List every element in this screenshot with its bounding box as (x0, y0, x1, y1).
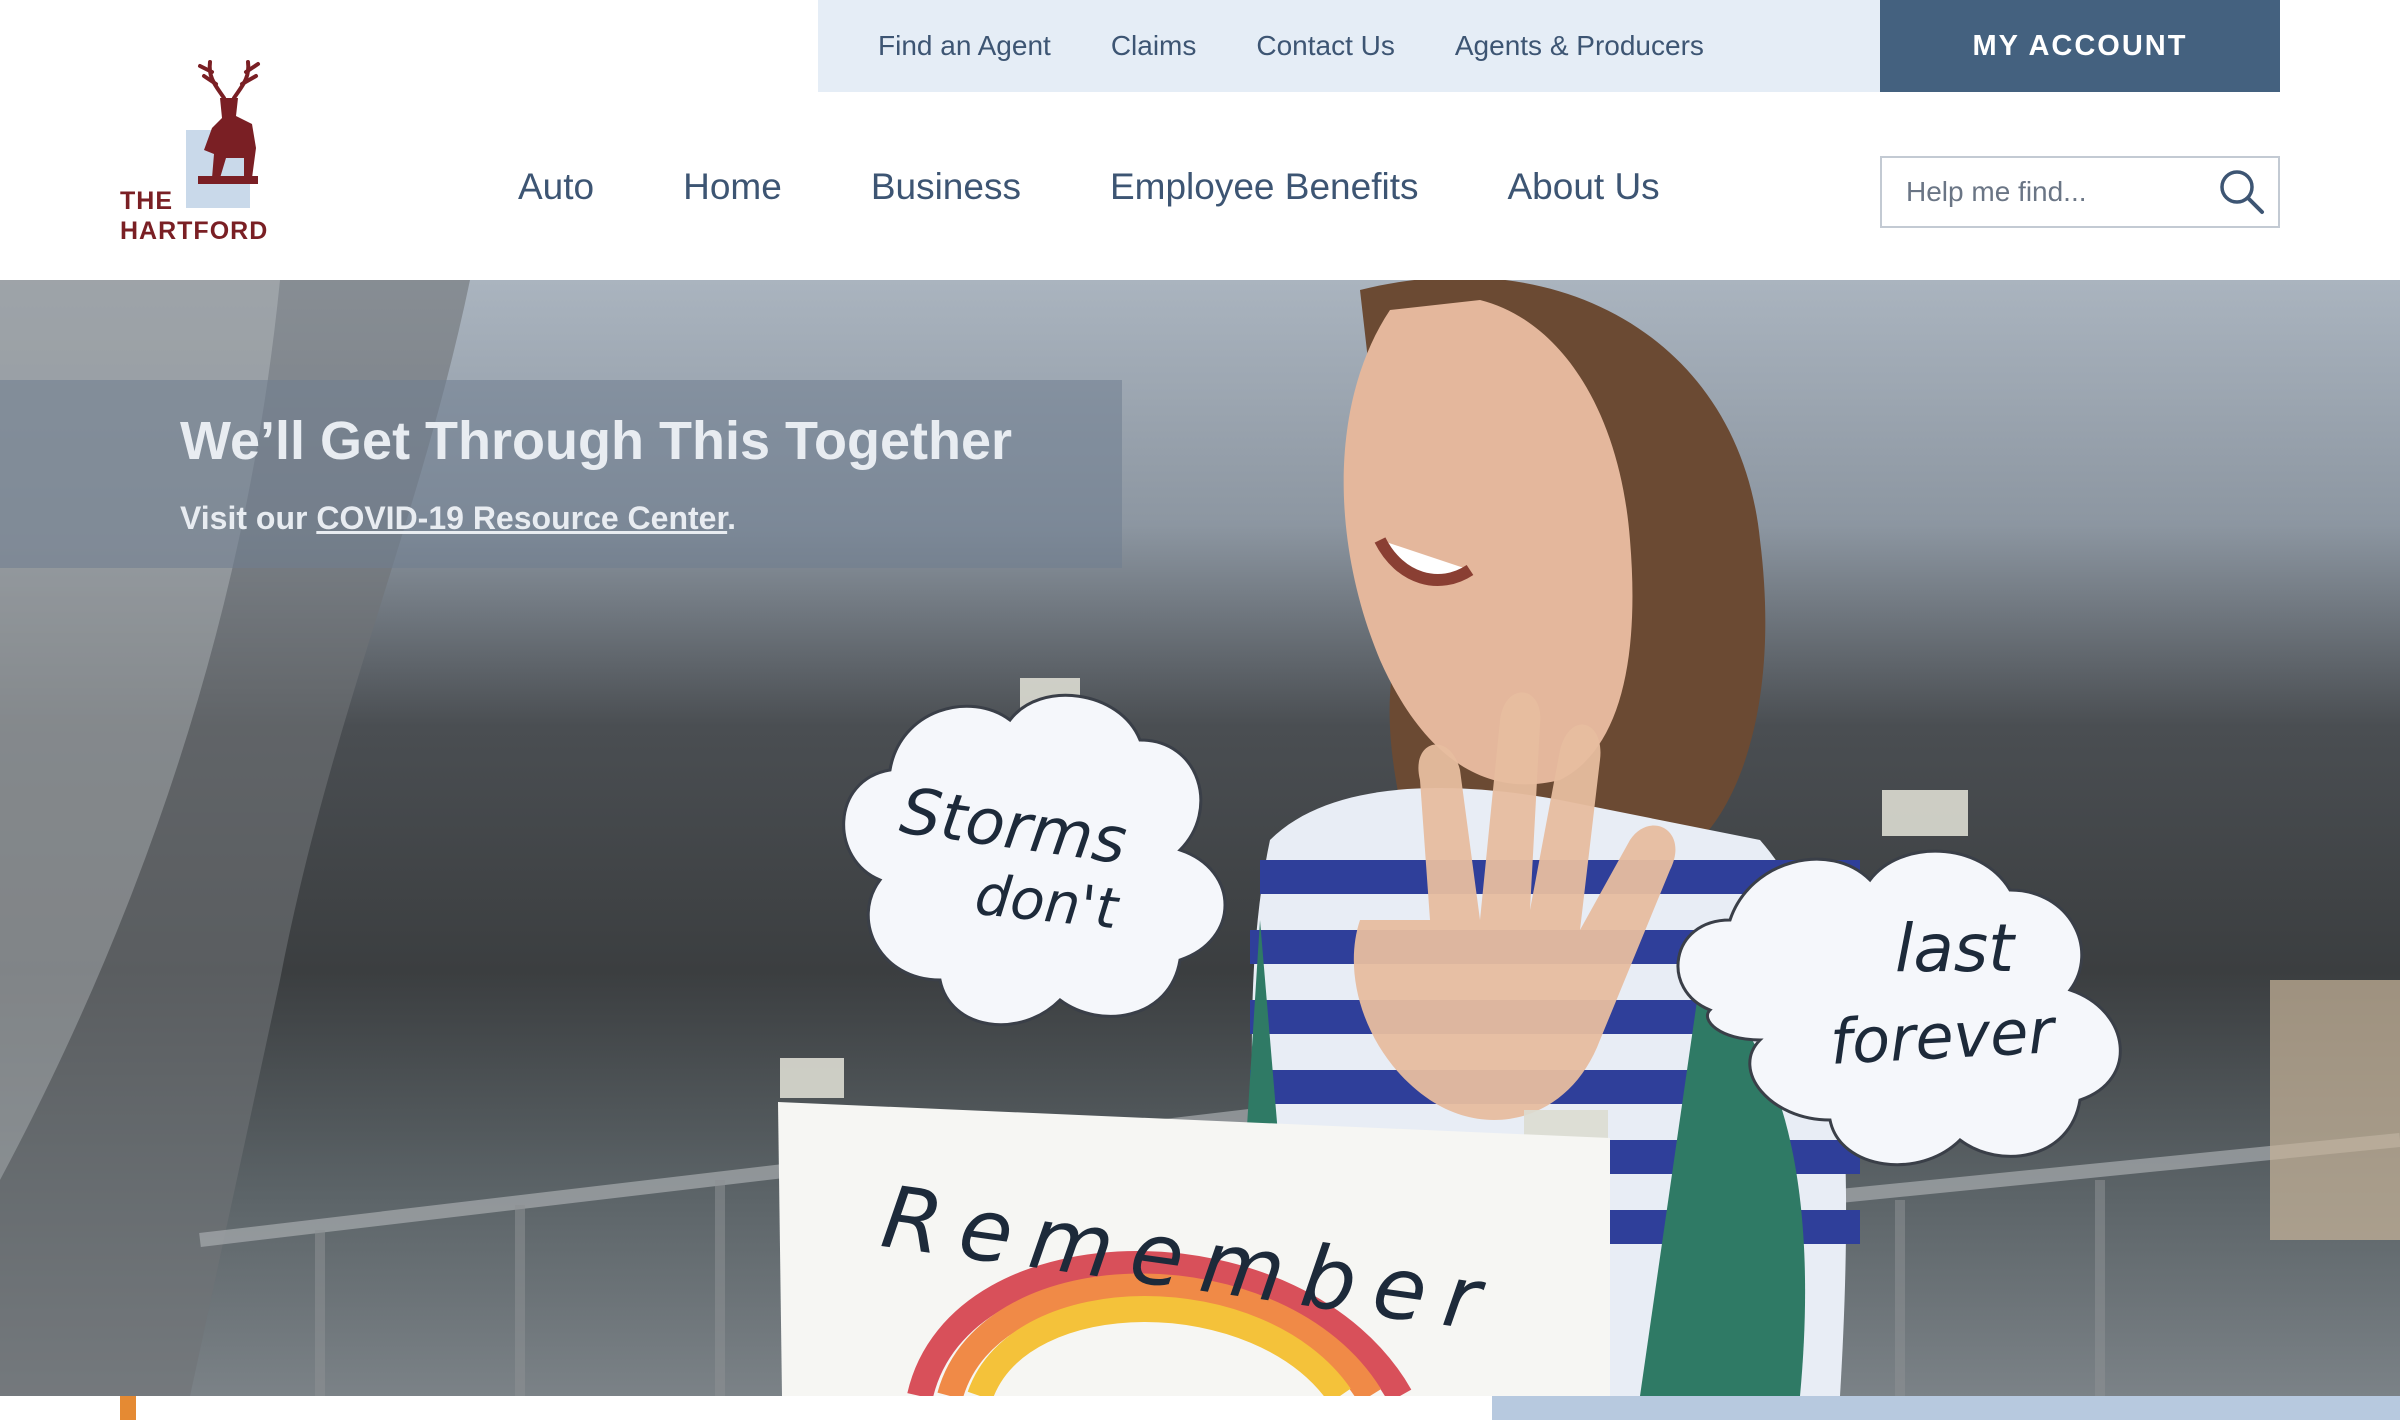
hero-headline: We’ll Get Through This Together (180, 411, 1012, 471)
site-header: THE HARTFORD Find an Agent Claims Contac… (0, 0, 2400, 280)
content-card-right (1492, 1396, 2400, 1420)
content-card-left (0, 1396, 1492, 1420)
utility-link-find-agent[interactable]: Find an Agent (878, 30, 1051, 62)
hartford-logo[interactable]: THE HARTFORD (116, 58, 316, 248)
utility-nav: Find an Agent Claims Contact Us Agents &… (818, 0, 1880, 92)
covid-resource-center-link[interactable]: COVID-19 Resource Center (316, 500, 727, 536)
logo-wordmark: THE HARTFORD (120, 187, 269, 245)
main-nav: Auto Home Business Employee Benefits Abo… (518, 166, 1749, 208)
utility-link-agents-producers[interactable]: Agents & Producers (1455, 30, 1704, 62)
hero-subtext: Visit our COVID-19 Resource Center. (180, 500, 737, 536)
nav-auto[interactable]: Auto (518, 166, 594, 208)
search-box (1880, 156, 2280, 228)
card-accent-bar (120, 1396, 136, 1420)
nav-home[interactable]: Home (683, 166, 782, 208)
nav-business[interactable]: Business (871, 166, 1021, 208)
cloud2-text-line1: last (1895, 910, 2015, 987)
nav-employee-benefits[interactable]: Employee Benefits (1110, 166, 1419, 208)
cloud2-text-line2: forever (1828, 994, 2056, 1079)
search-icon[interactable] (2216, 166, 2268, 218)
search-input[interactable] (1882, 158, 2212, 226)
utility-link-contact-us[interactable]: Contact Us (1256, 30, 1395, 62)
nav-about-us[interactable]: About Us (1507, 166, 1659, 208)
hero-section: Storms don't last forever Remember We’ll… (0, 280, 2400, 1396)
hero-banner: We’ll Get Through This Together Visit ou… (0, 380, 1122, 568)
my-account-button[interactable]: MY ACCOUNT (1880, 0, 2280, 92)
utility-link-claims[interactable]: Claims (1111, 30, 1197, 62)
